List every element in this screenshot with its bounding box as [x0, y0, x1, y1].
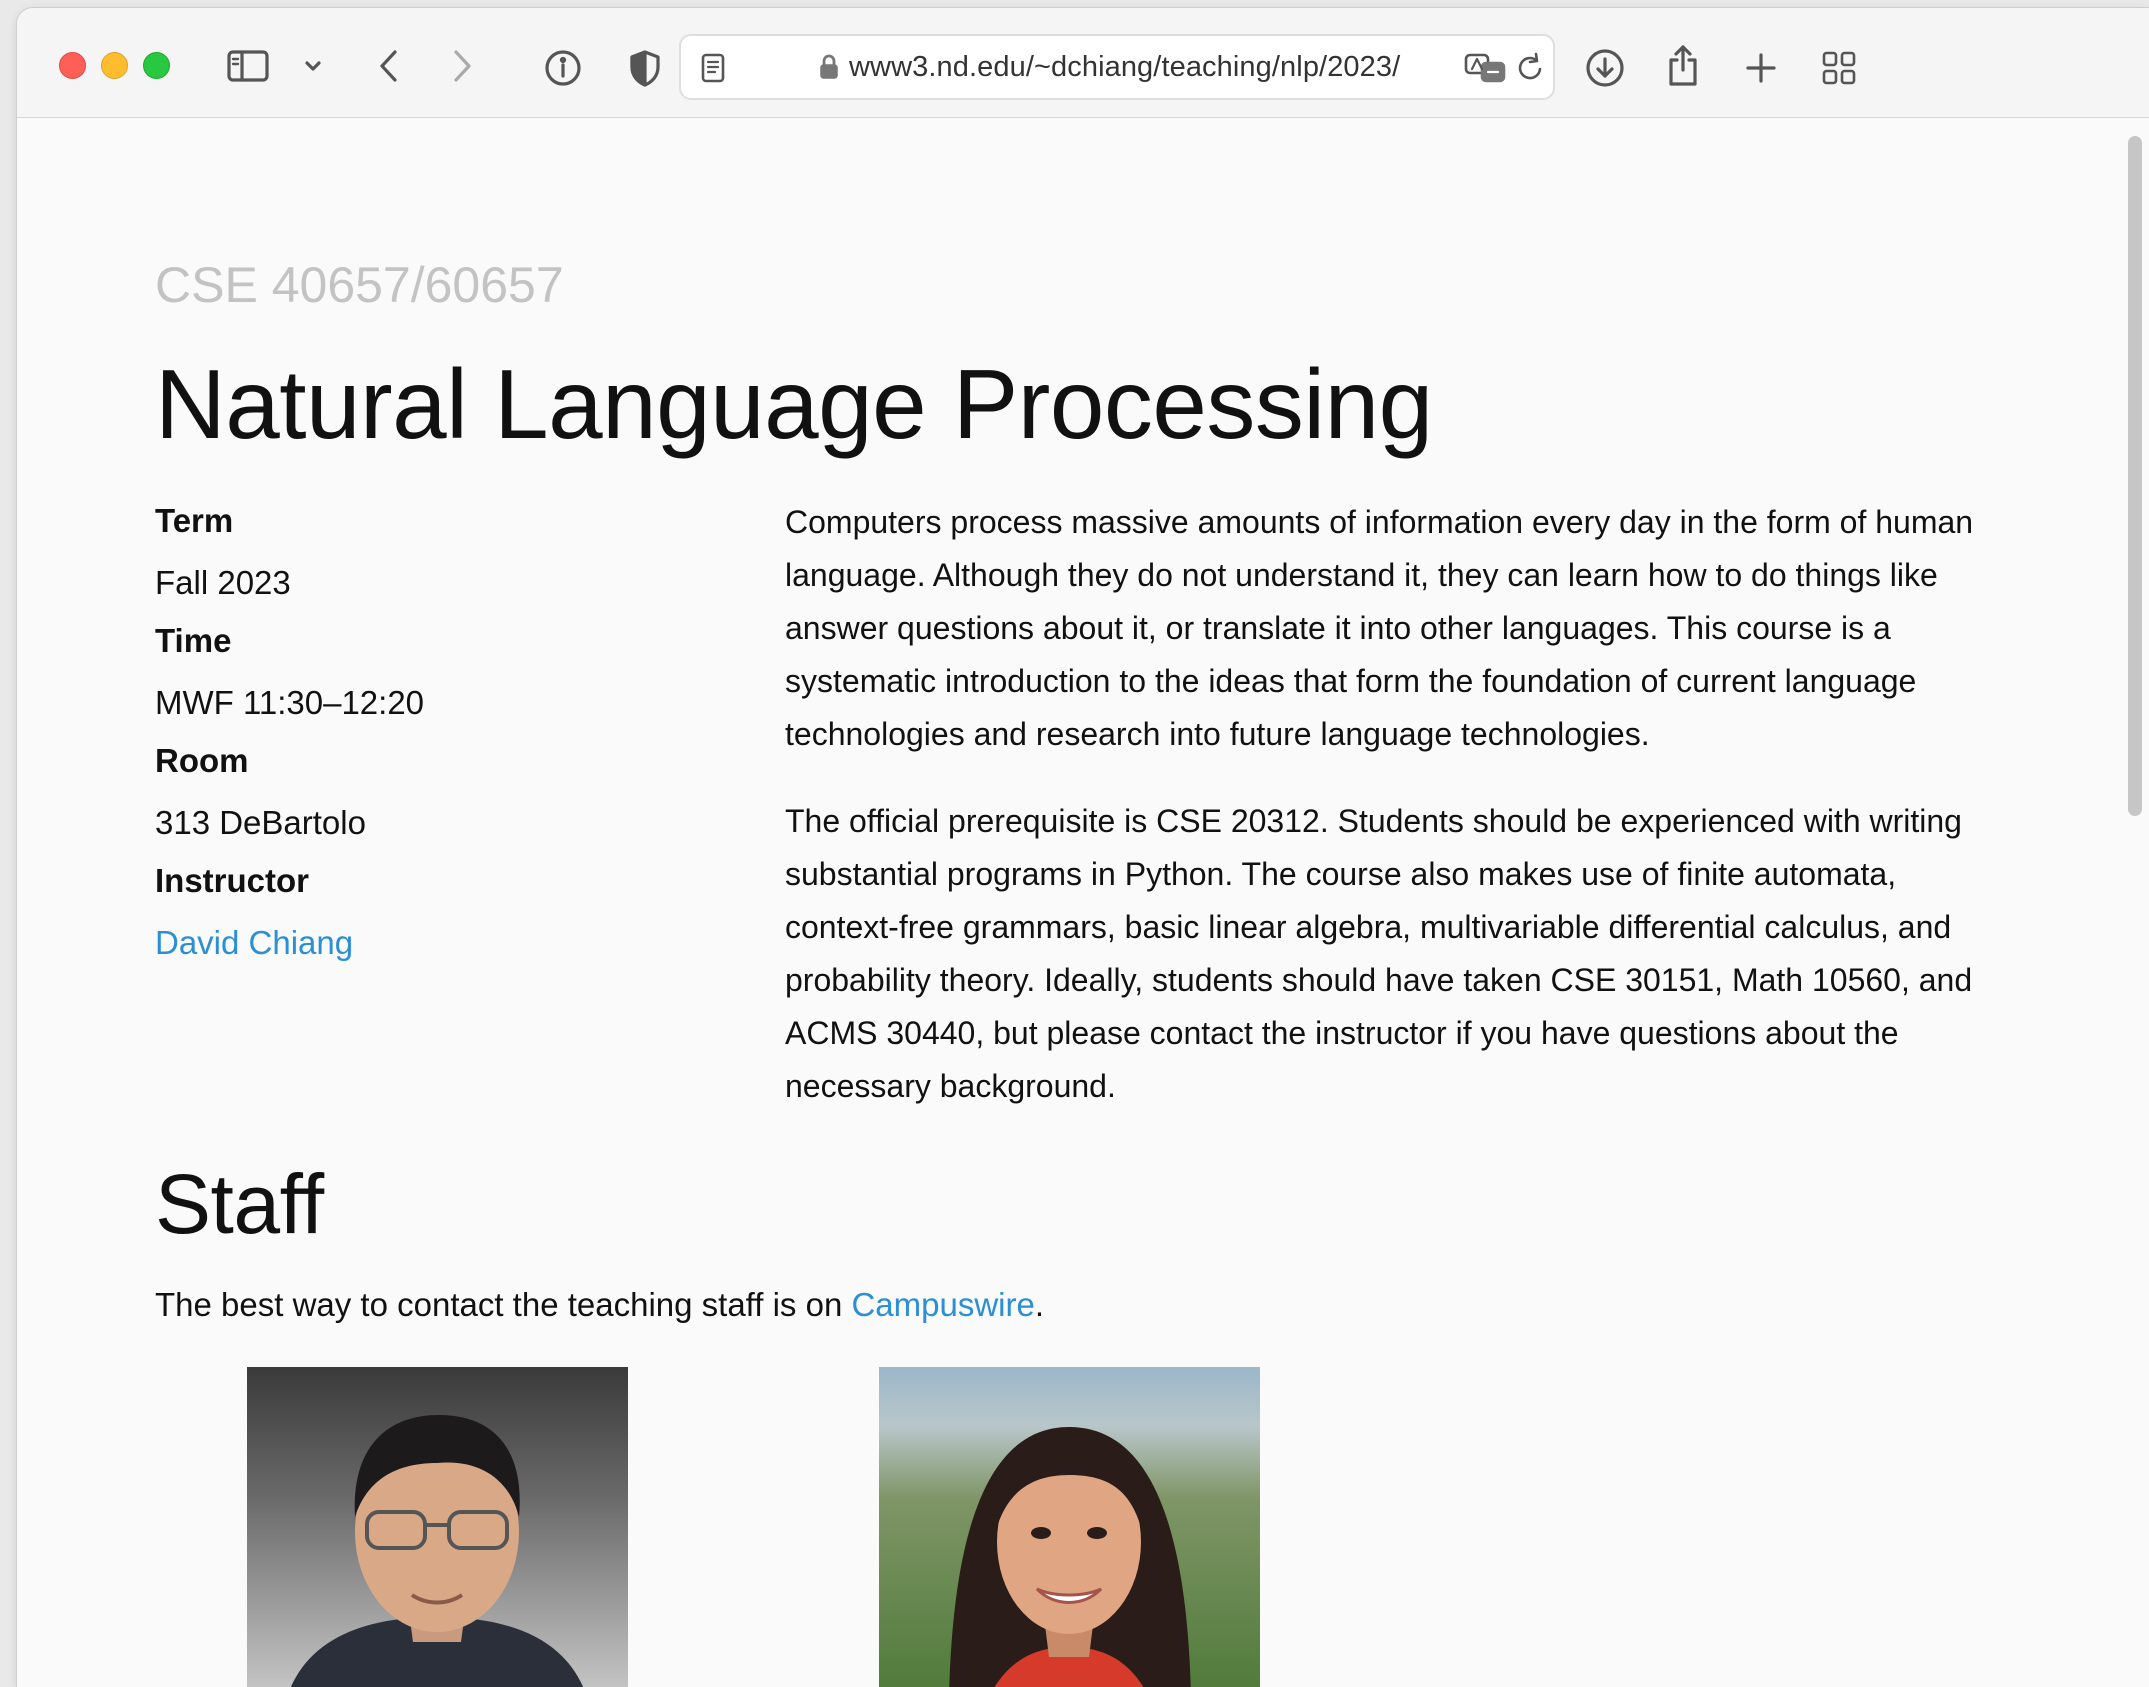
url-text[interactable]: www3.nd.edu/~dchiang/teaching/nlp/2023/ — [849, 36, 1400, 98]
staff-intro: The best way to contact the teaching sta… — [155, 1286, 1044, 1324]
room-label: Room — [155, 742, 249, 779]
minimize-window-button[interactable] — [101, 52, 128, 79]
browser-window: www3.nd.edu/~dchiang/teaching/nlp/2023/ … — [17, 8, 2149, 1687]
staff-intro-text: The best way to contact the teaching sta… — [155, 1286, 852, 1323]
prerequisite-paragraph: The official prerequisite is CSE 20312. … — [785, 803, 1973, 1104]
instructor-label: Instructor — [155, 862, 310, 899]
course-code: CSE 40657/60657 — [155, 257, 564, 313]
time-label: Time — [155, 622, 232, 659]
instructor-link[interactable]: David Chiang — [155, 924, 715, 962]
browser-toolbar: www3.nd.edu/~dchiang/teaching/nlp/2023/ — [17, 8, 2149, 118]
term-value: Fall 2023 — [155, 564, 291, 601]
reload-icon[interactable] — [1513, 50, 1547, 86]
privacy-shield-icon[interactable] — [627, 48, 663, 88]
course-meta: Term Fall 2023 Time MWF 11:30–12:20 Room… — [155, 502, 715, 982]
address-bar[interactable]: www3.nd.edu/~dchiang/teaching/nlp/2023/ — [679, 34, 1555, 100]
course-description: Computers process massive amounts of inf… — [785, 496, 2005, 1147]
campuswire-link[interactable]: Campuswire — [851, 1286, 1034, 1323]
vertical-scrollbar[interactable] — [2128, 136, 2142, 816]
lock-icon — [817, 52, 841, 82]
page-title: Natural Language Processing — [155, 349, 1433, 459]
ta-photo — [879, 1367, 1260, 1687]
zoom-window-button[interactable] — [143, 52, 170, 79]
sidebar-toggle-icon[interactable] — [223, 46, 273, 86]
term-label: Term — [155, 502, 234, 539]
share-icon[interactable] — [1663, 42, 1703, 90]
room-value: 313 DeBartolo — [155, 804, 366, 841]
close-window-button[interactable] — [59, 52, 86, 79]
tab-overview-icon[interactable] — [1819, 48, 1859, 88]
back-button[interactable] — [370, 44, 406, 88]
staff-intro-period: . — [1034, 1286, 1045, 1323]
translate-icon[interactable] — [1463, 50, 1507, 86]
new-tab-icon[interactable] — [1741, 48, 1781, 88]
chevron-down-icon[interactable] — [300, 52, 326, 80]
info-icon[interactable] — [543, 48, 583, 88]
forward-button[interactable] — [445, 44, 481, 88]
instructor-photo — [247, 1367, 628, 1687]
staff-heading: Staff — [155, 1157, 324, 1251]
description-paragraph: Computers process massive amounts of inf… — [785, 504, 1974, 752]
downloads-icon[interactable] — [1583, 46, 1627, 90]
time-value: MWF 11:30–12:20 — [155, 684, 425, 721]
reader-mode-icon[interactable] — [695, 50, 731, 86]
